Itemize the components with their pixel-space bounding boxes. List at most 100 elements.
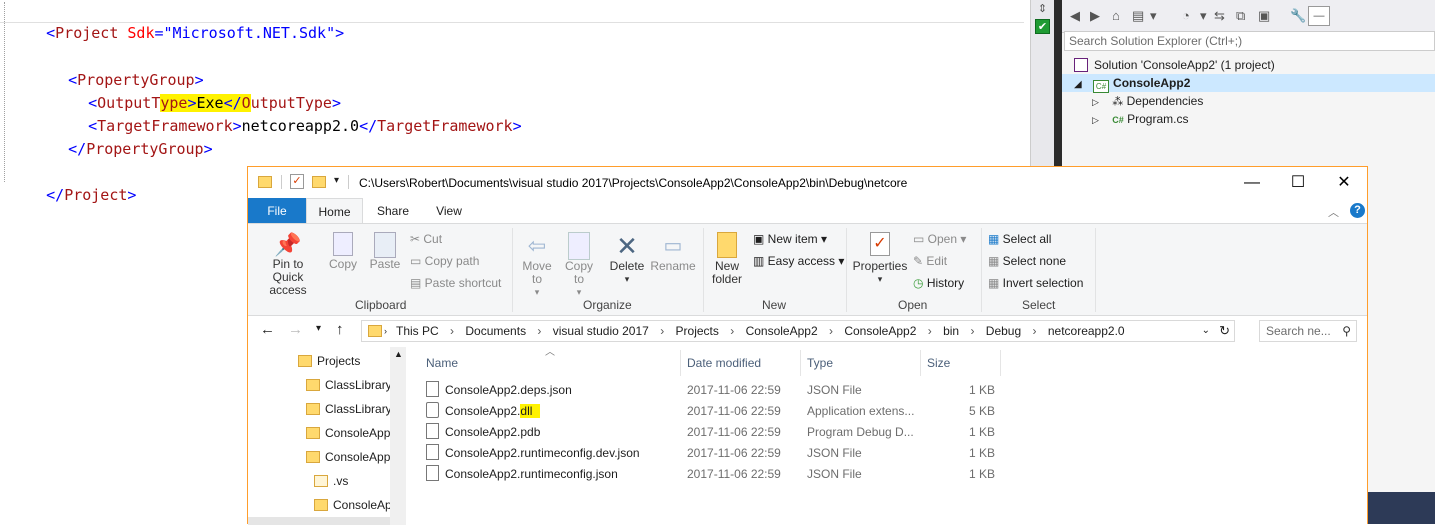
chevron-right-icon[interactable]: ▷: [1092, 97, 1099, 107]
refresh-icon[interactable]: ↻: [1219, 321, 1230, 341]
column-separator[interactable]: [1000, 350, 1001, 376]
chevron-right-icon[interactable]: ›: [829, 324, 833, 338]
col-header-type[interactable]: Type: [807, 352, 833, 374]
invert-selection-button[interactable]: ▦ Invert selection: [988, 276, 1083, 290]
chevron-up-icon[interactable]: ︿: [1328, 204, 1339, 220]
crumb-consoleapp2[interactable]: ConsoleApp2: [746, 324, 818, 338]
cut-button[interactable]: ✂ Cut: [410, 232, 442, 246]
expanded-triangle-icon[interactable]: ◢: [1074, 79, 1082, 90]
nav-scrollbar[interactable]: ▲: [390, 347, 406, 525]
forward-arrow-icon[interactable]: →: [288, 321, 303, 338]
tab-share[interactable]: Share: [368, 198, 418, 224]
new-folder-qat-icon[interactable]: [312, 175, 331, 189]
tab-view[interactable]: View: [425, 198, 473, 224]
se-search-input[interactable]: Search Solution Explorer (Ctrl+;): [1064, 31, 1435, 51]
nav-label: ClassLibrary: [325, 378, 392, 392]
crumb-netcoreapp[interactable]: netcoreapp2.0: [1048, 324, 1125, 338]
tree-project[interactable]: ◢ C# ConsoleApp2: [1062, 74, 1435, 93]
collapse-all-icon[interactable]: ⧉: [1236, 8, 1245, 24]
easy-access-button[interactable]: ▥ Easy access ▾: [753, 254, 844, 268]
chevron-down-icon[interactable]: ▾: [1150, 8, 1157, 24]
chevron-right-icon[interactable]: ›: [537, 324, 541, 338]
copy-button[interactable]: Copy: [326, 232, 360, 271]
nav-item-classlibrary-1[interactable]: ClassLibrary: [306, 375, 392, 395]
column-separator[interactable]: [680, 350, 681, 376]
title-bar[interactable]: ✓ ▾ C:\Users\Robert\Documents\visual stu…: [248, 167, 1367, 198]
crumb-bin[interactable]: bin: [943, 324, 959, 338]
move-to-label: Move to: [522, 259, 552, 286]
delete-button[interactable]: ✕ Delete ▾: [608, 232, 646, 286]
minimize-button[interactable]: —: [1229, 171, 1275, 195]
group-organize: Organize: [583, 298, 632, 312]
history-button[interactable]: ◷ History: [913, 276, 964, 290]
up-arrow-icon[interactable]: ↑: [336, 321, 344, 338]
pending-changes-icon[interactable]: ◔: [1182, 8, 1190, 23]
show-all-files-icon[interactable]: ▣: [1258, 8, 1270, 24]
col-header-name[interactable]: Name: [426, 352, 458, 374]
new-folder-button[interactable]: New folder: [708, 232, 746, 286]
search-input[interactable]: Search ne... ⚲: [1259, 320, 1357, 342]
nav-item-consoleapp-2[interactable]: ConsoleApp: [306, 447, 390, 467]
split-icon[interactable]: ⇕: [1035, 2, 1050, 17]
tab-file[interactable]: File: [248, 198, 306, 224]
address-input[interactable]: › This PC › Documents › visual studio 20…: [361, 320, 1235, 342]
sync-icon[interactable]: ⇆: [1214, 8, 1225, 24]
crumb-projects[interactable]: Projects: [676, 324, 719, 338]
rename-button[interactable]: ▭ Rename: [650, 232, 696, 273]
file-list-scrollbar[interactable]: [1350, 347, 1367, 525]
chevron-right-icon[interactable]: ▷: [1092, 115, 1099, 125]
copy-to-button[interactable]: Copy to ▾: [560, 232, 598, 299]
select-all-button[interactable]: ▦ Select all: [988, 232, 1051, 246]
chevron-right-icon[interactable]: ›: [928, 324, 932, 338]
chevron-right-icon[interactable]: ›: [660, 324, 664, 338]
solution-switch-icon[interactable]: ▤: [1132, 8, 1144, 24]
copy-path-button[interactable]: ▭ Copy path: [410, 254, 479, 268]
column-separator[interactable]: [920, 350, 921, 376]
close-button[interactable]: ✕: [1321, 171, 1367, 195]
chevron-right-icon[interactable]: ›: [1033, 324, 1037, 338]
help-icon[interactable]: ?: [1350, 203, 1365, 218]
home-icon[interactable]: ⌂: [1112, 8, 1120, 23]
back-arrow-icon[interactable]: ←: [260, 321, 275, 338]
nav-item-projects[interactable]: Projects: [298, 351, 360, 371]
edit-button[interactable]: ✎ Edit: [913, 254, 947, 268]
crumb-debug[interactable]: Debug: [986, 324, 1021, 338]
pin-to-quick-access-button[interactable]: 📌 Pin to Quick access: [252, 232, 324, 297]
open-button[interactable]: ▭ Open ▾: [913, 232, 966, 246]
chevron-down-icon[interactable]: ▾: [1200, 8, 1207, 24]
chevron-down-icon[interactable]: ▾: [334, 175, 339, 186]
paste-shortcut-button[interactable]: ▤ Paste shortcut: [410, 276, 501, 290]
preview-icon[interactable]: —: [1308, 6, 1330, 26]
forward-icon[interactable]: ▶: [1090, 8, 1100, 24]
back-icon[interactable]: ◀: [1070, 8, 1080, 24]
chevron-right-icon[interactable]: ›: [450, 324, 454, 338]
nav-item-vs[interactable]: .vs: [314, 471, 348, 491]
properties-qat-icon[interactable]: ✓: [290, 174, 304, 189]
paste-button[interactable]: Paste: [366, 232, 404, 271]
tree-solution[interactable]: Solution 'ConsoleApp2' (1 project): [1074, 56, 1275, 74]
chevron-down-icon[interactable]: ⌄: [1202, 321, 1210, 341]
crumb-consoleapp2-inner[interactable]: ConsoleApp2: [844, 324, 916, 338]
select-none-button[interactable]: ▦ Select none: [988, 254, 1066, 268]
tab-home[interactable]: Home: [306, 198, 363, 224]
tree-program[interactable]: ▷ C# Program.cs: [1092, 110, 1188, 128]
col-header-size[interactable]: Size: [927, 352, 950, 374]
maximize-button[interactable]: ☐: [1275, 171, 1321, 195]
properties-button[interactable]: ✓ Properties ▾: [852, 232, 908, 286]
tree-dependencies[interactable]: ▷ ⁂ Dependencies: [1092, 92, 1203, 110]
new-item-button[interactable]: ▣ New item ▾: [753, 232, 827, 246]
nav-item-consoleapp-1[interactable]: ConsoleApp: [306, 423, 390, 443]
nav-item-consoleapp-3[interactable]: ConsoleAp: [314, 495, 392, 515]
nav-item-classlibrary-2[interactable]: ClassLibrary: [306, 399, 392, 419]
chevron-right-icon[interactable]: ›: [970, 324, 974, 338]
crumb-this-pc[interactable]: This PC: [396, 324, 439, 338]
column-separator[interactable]: [800, 350, 801, 376]
col-header-date[interactable]: Date modified: [687, 352, 761, 374]
crumb-documents[interactable]: Documents: [465, 324, 526, 338]
chevron-right-icon[interactable]: ›: [730, 324, 734, 338]
recent-chevron-icon[interactable]: ▾: [316, 323, 321, 334]
scroll-up-icon[interactable]: ▲: [394, 349, 403, 359]
crumb-visual-studio[interactable]: visual studio 2017: [553, 324, 649, 338]
properties-wrench-icon[interactable]: 🔧: [1290, 8, 1306, 24]
move-to-button[interactable]: ⇦ Move to ▾: [518, 232, 556, 299]
